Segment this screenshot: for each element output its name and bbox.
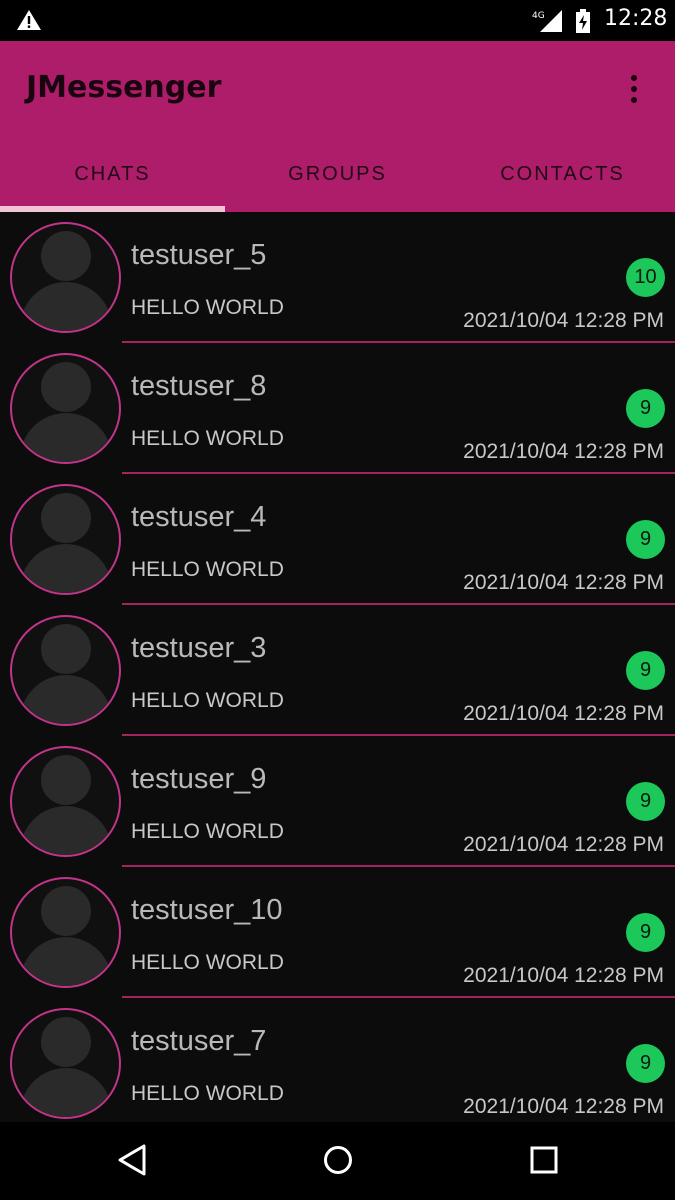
battery-charging-icon: [575, 9, 591, 37]
status-bar: 4G 12:28: [0, 0, 675, 41]
chat-row[interactable]: testuser_3 HELLO WORLD 9 2021/10/04 12:2…: [0, 605, 675, 736]
chat-name: testuser_8: [131, 370, 267, 402]
chat-name: testuser_7: [131, 1025, 267, 1057]
chat-timestamp: 2021/10/04 12:28 PM: [463, 309, 664, 332]
unread-badge: 9: [626, 651, 665, 690]
recents-icon[interactable]: [528, 1142, 560, 1182]
warning-icon: [16, 9, 42, 35]
app-title: JMessenger: [26, 70, 222, 105]
chat-name: testuser_9: [131, 763, 267, 795]
unread-badge: 10: [626, 258, 665, 297]
unread-badge: 9: [626, 1044, 665, 1083]
chat-row[interactable]: testuser_10 HELLO WORLD 9 2021/10/04 12:…: [0, 867, 675, 998]
chat-last-message: HELLO WORLD: [131, 427, 284, 450]
chat-last-message: HELLO WORLD: [131, 951, 284, 974]
chat-list[interactable]: testuser_5 HELLO WORLD 10 2021/10/04 12:…: [0, 212, 675, 1122]
chat-last-message: HELLO WORLD: [131, 558, 284, 581]
avatar: [10, 746, 121, 857]
avatar: [10, 353, 121, 464]
avatar: [10, 1008, 121, 1119]
chat-name: testuser_5: [131, 239, 267, 271]
chat-timestamp: 2021/10/04 12:28 PM: [463, 702, 664, 725]
chat-timestamp: 2021/10/04 12:28 PM: [463, 440, 664, 463]
chat-timestamp: 2021/10/04 12:28 PM: [463, 1095, 664, 1118]
back-icon[interactable]: [116, 1142, 148, 1182]
chat-timestamp: 2021/10/04 12:28 PM: [463, 571, 664, 594]
chat-name: testuser_10: [131, 894, 283, 926]
tab-groups[interactable]: GROUPS: [225, 141, 450, 212]
chat-row[interactable]: testuser_7 HELLO WORLD 9 2021/10/04 12:2…: [0, 998, 675, 1122]
chat-last-message: HELLO WORLD: [131, 296, 284, 319]
unread-badge: 9: [626, 520, 665, 559]
unread-badge: 9: [626, 913, 665, 952]
home-icon[interactable]: [322, 1142, 354, 1182]
status-time: 12:28: [604, 6, 668, 31]
chat-last-message: HELLO WORLD: [131, 689, 284, 712]
chat-row[interactable]: testuser_5 HELLO WORLD 10 2021/10/04 12:…: [0, 212, 675, 343]
chat-last-message: HELLO WORLD: [131, 820, 284, 843]
avatar: [10, 615, 121, 726]
chat-last-message: HELLO WORLD: [131, 1082, 284, 1105]
unread-badge: 9: [626, 389, 665, 428]
chat-timestamp: 2021/10/04 12:28 PM: [463, 964, 664, 987]
chat-timestamp: 2021/10/04 12:28 PM: [463, 833, 664, 856]
chat-row[interactable]: testuser_4 HELLO WORLD 9 2021/10/04 12:2…: [0, 474, 675, 605]
tab-contacts[interactable]: CONTACTS: [450, 141, 675, 212]
chat-name: testuser_3: [131, 632, 267, 664]
chat-row[interactable]: testuser_9 HELLO WORLD 9 2021/10/04 12:2…: [0, 736, 675, 867]
network-type-label: 4G: [532, 11, 545, 21]
unread-badge: 9: [626, 782, 665, 821]
more-vert-icon[interactable]: [620, 69, 650, 109]
navigation-bar: [0, 1122, 675, 1200]
app-bar: JMessenger CHATS GROUPS CONTACTS: [0, 41, 675, 212]
avatar: [10, 222, 121, 333]
chat-row[interactable]: testuser_8 HELLO WORLD 9 2021/10/04 12:2…: [0, 343, 675, 474]
avatar: [10, 484, 121, 595]
chat-name: testuser_4: [131, 501, 267, 533]
tab-chats[interactable]: CHATS: [0, 141, 225, 212]
avatar: [10, 877, 121, 988]
signal-icon: 4G: [531, 9, 563, 37]
